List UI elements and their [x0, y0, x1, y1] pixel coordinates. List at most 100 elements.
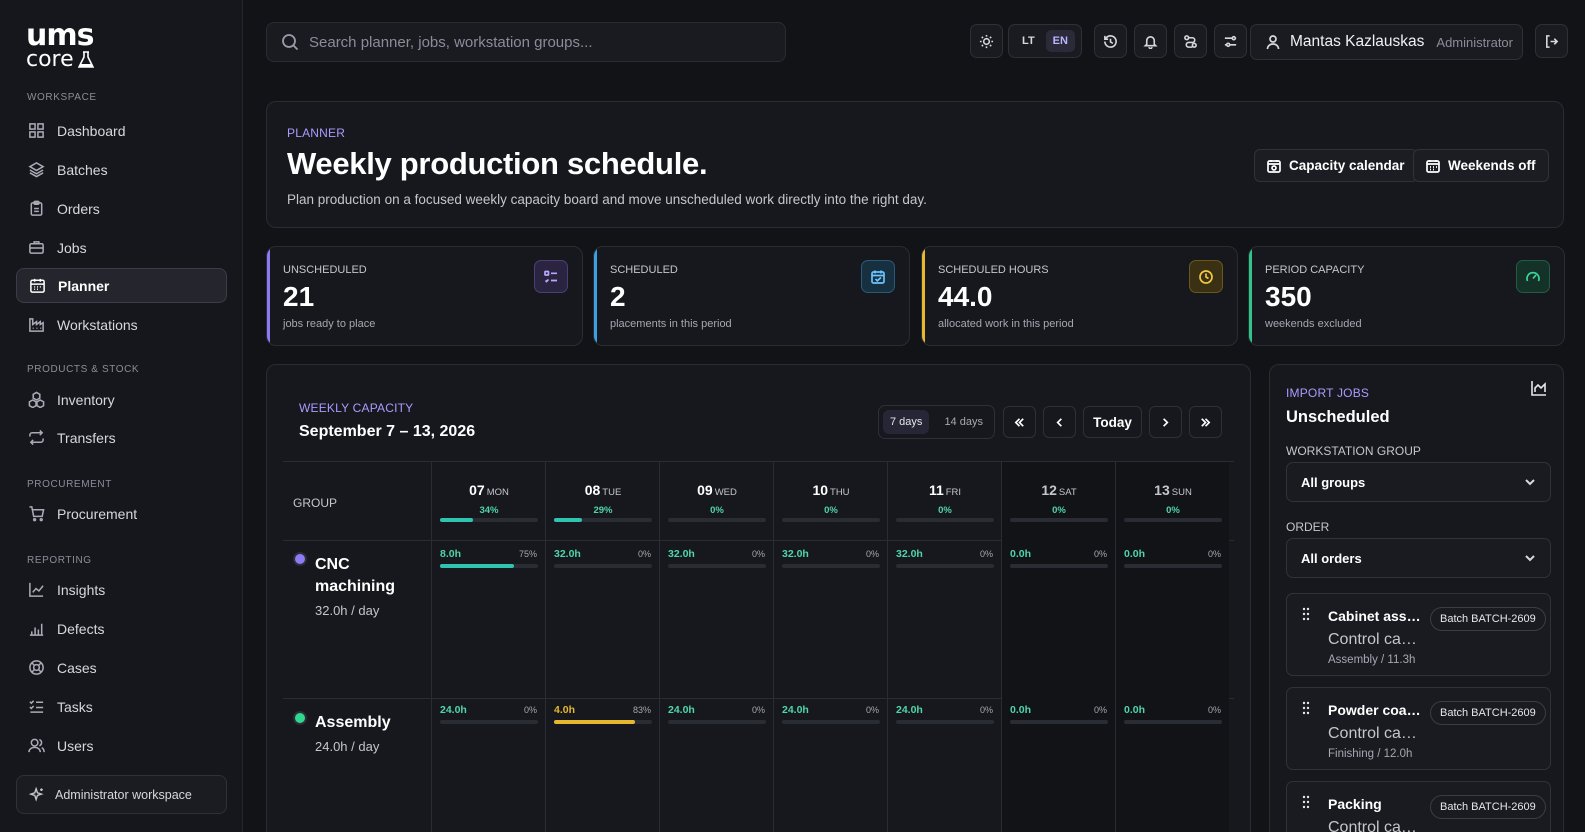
job-card[interactable]: Powder coating Control cabinet Finishing… — [1286, 687, 1551, 770]
sidebar-item-users[interactable]: Users — [16, 728, 227, 763]
day-column[interactable]: 10 THU 0% 32.0h 0% 24.0h 0% — [773, 462, 887, 832]
admin-workspace-button[interactable]: Administrator workspace — [16, 775, 227, 814]
settings-button[interactable] — [1214, 24, 1247, 58]
workstation-group-select[interactable]: All groups — [1286, 462, 1551, 502]
sidebar-item-transfers[interactable]: Transfers — [16, 420, 227, 455]
cell-load-bar — [668, 564, 766, 568]
order-select[interactable]: All orders — [1286, 538, 1551, 578]
day-number: 10 — [812, 482, 829, 498]
page-title: Weekly production schedule. — [287, 146, 708, 181]
cell-load-bar — [554, 564, 652, 568]
list-check-icon — [534, 260, 568, 293]
stat-accent — [1249, 247, 1252, 345]
page-description: Plan production on a focused weekly capa… — [287, 192, 927, 207]
app: ums core WORKSPACE Dashboard Batches Ord… — [0, 0, 1585, 832]
sidebar-item-jobs[interactable]: Jobs — [16, 230, 227, 265]
view-14-days[interactable]: 14 days — [937, 410, 990, 434]
cell-hours: 24.0h — [782, 704, 809, 716]
group-name: Assembly — [315, 714, 391, 731]
cell-hours: 24.0h — [440, 704, 467, 716]
jump-forward-button[interactable] — [1189, 406, 1222, 438]
user-menu[interactable]: Mantas Kazlauskas Administrator — [1250, 24, 1523, 60]
stat-label: SCHEDULED — [610, 264, 678, 276]
job-meta: Finishing / 12.0h — [1328, 748, 1413, 760]
sidebar-item-procurement[interactable]: Procurement — [16, 496, 227, 531]
dashboard-icon — [29, 123, 44, 138]
day-column[interactable]: 07 MON 34% 8.0h 75% 24.0h 0% — [431, 462, 545, 832]
group-color-dot — [293, 711, 307, 725]
flask-icon — [77, 51, 94, 68]
notifications-button[interactable] — [1134, 24, 1167, 58]
logout-button[interactable] — [1535, 24, 1568, 58]
logo[interactable]: ums core — [26, 21, 116, 72]
view-toggle[interactable]: 7 days 14 days — [878, 405, 995, 439]
day-column[interactable]: 11 FRI 0% 32.0h 0% 24.0h 0% — [887, 462, 1001, 832]
sidebar-item-cases[interactable]: Cases — [16, 650, 227, 685]
sidebar-item-planner[interactable]: Planner — [16, 268, 227, 303]
weekends-off-button[interactable]: Weekends off — [1413, 149, 1549, 182]
day-number: 07 — [469, 482, 485, 498]
lang-lt[interactable]: LT — [1015, 30, 1042, 52]
sidebar-item-orders[interactable]: Orders — [16, 191, 227, 226]
sidebar-item-inventory[interactable]: Inventory — [16, 382, 227, 417]
job-card[interactable]: Cabinet assembly Control cabinet Assembl… — [1286, 593, 1551, 676]
search-bar[interactable] — [266, 22, 786, 62]
cell-hours: 24.0h — [896, 704, 923, 716]
sidebar-item-label: Orders — [57, 200, 100, 217]
cell-percent: 0% — [751, 705, 765, 715]
job-subtitle: Control cabinet — [1328, 819, 1420, 832]
admin-workspace-label: Administrator workspace — [55, 787, 192, 802]
lang-en[interactable]: EN — [1045, 30, 1075, 52]
day-column[interactable]: 13 SUN 0% 0.0h 0% 0.0h 0% — [1115, 462, 1229, 832]
import-chart-icon[interactable] — [1530, 379, 1548, 397]
history-button[interactable] — [1094, 24, 1127, 58]
sidebar-item-label: Planner — [58, 277, 110, 294]
day-column[interactable]: 09 WED 0% 32.0h 0% 24.0h 0% — [659, 462, 773, 832]
stat-card-scheduled: SCHEDULED 2 placements in this period — [593, 246, 910, 346]
job-title: Packing — [1328, 796, 1382, 812]
logo-text-core: core — [26, 47, 74, 72]
today-button[interactable]: Today — [1083, 406, 1142, 438]
sidebar-item-defects[interactable]: Defects — [16, 611, 227, 646]
drag-handle-icon[interactable] — [1302, 607, 1310, 621]
cell-percent: 0% — [865, 549, 879, 559]
day-column[interactable]: 08 TUE 29% 32.0h 0% 4.0h 83% — [545, 462, 659, 832]
drag-handle-icon[interactable] — [1302, 795, 1310, 809]
job-card[interactable]: Packing Control cabinet Batch BATCH-2609 — [1286, 781, 1551, 832]
day-of-week: SUN — [1171, 487, 1192, 498]
day-utilization: 29% — [593, 505, 613, 516]
day-column[interactable]: 12 SAT 0% 0.0h 0% 0.0h 0% — [1001, 462, 1115, 832]
sidebar-item-batches[interactable]: Batches — [16, 152, 227, 187]
cell-load-bar — [554, 720, 652, 724]
day-header: 11 FRI — [888, 482, 1002, 498]
jump-back-button[interactable] — [1003, 406, 1036, 438]
sidebar-item-workstations[interactable]: Workstations — [16, 307, 227, 342]
theme-toggle-button[interactable] — [970, 24, 1003, 58]
capacity-calendar-button[interactable]: Capacity calendar — [1254, 149, 1418, 182]
previous-button[interactable] — [1043, 406, 1076, 438]
gauge-icon — [1516, 260, 1550, 293]
sidebar-item-label: Dashboard — [57, 122, 126, 139]
cell-load-bar — [1124, 720, 1222, 724]
cart-icon — [29, 506, 45, 522]
next-button[interactable] — [1149, 406, 1182, 438]
route-button[interactable] — [1174, 24, 1207, 58]
chevron-left-icon — [1056, 417, 1062, 427]
layers-icon — [28, 162, 45, 178]
search-input[interactable] — [309, 33, 769, 51]
factory-icon — [29, 318, 44, 332]
sidebar-item-tasks[interactable]: Tasks — [16, 689, 227, 724]
cell-load-bar — [1010, 720, 1108, 724]
sidebar-item-insights[interactable]: Insights — [16, 572, 227, 607]
sparkle-icon — [29, 786, 44, 802]
view-7-days[interactable]: 7 days — [883, 410, 930, 434]
language-switch[interactable]: LT EN — [1008, 24, 1082, 58]
day-utilization: 0% — [710, 505, 724, 516]
stat-card-scheduled-hours: SCHEDULED HOURS 44.0 allocated work in t… — [921, 246, 1238, 346]
stat-accent — [267, 247, 270, 345]
stat-sub: jobs ready to place — [283, 318, 376, 330]
drag-handle-icon[interactable] — [1302, 701, 1310, 715]
chevrons-right-icon — [1201, 417, 1211, 427]
briefcase-icon — [29, 241, 44, 254]
sidebar-item-dashboard[interactable]: Dashboard — [16, 113, 227, 148]
